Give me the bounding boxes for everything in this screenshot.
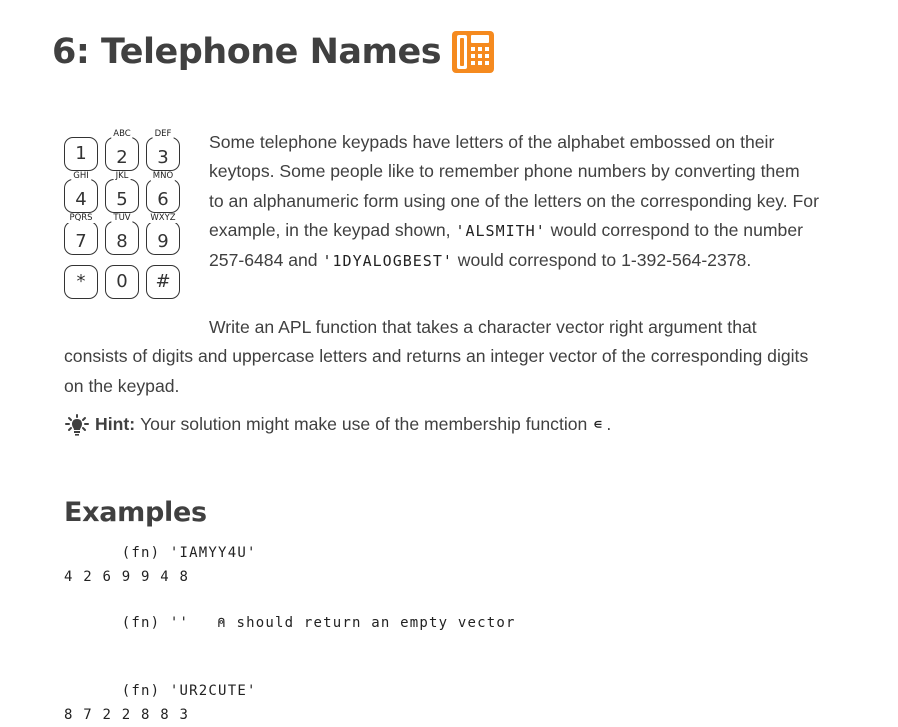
key-digit: 0 [116, 271, 128, 292]
key-digit: * [76, 271, 86, 292]
code-example-dyalogbest: '1DYALOGBEST' [322, 252, 453, 271]
key-letters: PQRS [67, 213, 95, 223]
hint-label: Hint: [95, 414, 136, 434]
key-7: PQRS 7 [64, 213, 98, 255]
hint-row: Hint: Your solution might make use of th… [64, 410, 824, 439]
key-digit: 2 [116, 147, 128, 168]
code-input: (fn) '' [64, 615, 190, 631]
code-output-line: 8 7 2 2 8 8 3 [64, 707, 190, 723]
key-6: MNO 6 [146, 171, 180, 213]
code-example-alsmith: 'ALSMITH' [455, 221, 546, 240]
key-digit: 6 [157, 189, 169, 210]
key-digit: 9 [157, 231, 169, 252]
key-1: 1 [64, 137, 98, 171]
task-paragraph: Write an APL function that takes a chara… [64, 317, 809, 396]
key-#: # [146, 265, 180, 299]
key-letters: WXYZ [148, 213, 178, 223]
examples-heading: Examples [64, 497, 207, 528]
key-9: WXYZ 9 [146, 213, 180, 255]
key-digit: 3 [157, 147, 169, 168]
key-digit: # [155, 271, 171, 292]
lightbulb-icon [65, 413, 89, 436]
key-letters: ABC [111, 129, 133, 139]
code-input-line: (fn) 'UR2CUTE' [64, 679, 516, 703]
page-title-text: 6: Telephone Names [52, 32, 442, 72]
key-digit: 4 [75, 189, 87, 210]
intro-paragraph: Some telephone keypads have letters of t… [209, 128, 819, 276]
code-input: (fn) 'IAMYY4U' [64, 545, 257, 561]
phone-keypad-icon [452, 31, 495, 73]
key-letters: MNO [150, 171, 176, 181]
hint-text: Your solution might make use of the memb… [140, 414, 588, 434]
key-letters: GHI [71, 171, 91, 181]
key-digit: 8 [116, 231, 128, 252]
code-input-line: (fn) '' ⍝ should return an empty vector [64, 611, 516, 635]
key-letters: TUV [111, 213, 133, 223]
code-comment: ⍝ should return an empty vector [217, 615, 516, 631]
key-0: 0 [105, 265, 139, 299]
code-input: (fn) 'UR2CUTE' [64, 683, 257, 699]
key-4: GHI 4 [64, 171, 98, 213]
code-input-line: (fn) 'IAMYY4U' [64, 541, 516, 565]
key-digit: 7 [75, 231, 87, 252]
key-digit: 1 [75, 143, 87, 164]
hint-end: . [606, 414, 612, 434]
key-8: TUV 8 [105, 213, 139, 255]
key-digit: 5 [116, 189, 128, 210]
page-title: 6: Telephone Names [52, 30, 495, 74]
membership-symbol: ∊ [593, 415, 603, 433]
key-letters: JKL [113, 171, 131, 181]
key-letters: DEF [152, 129, 174, 139]
intro-text-after: would correspond to 1-392-564-2378. [452, 250, 752, 271]
key-*: * [64, 265, 98, 299]
key-5: JKL 5 [105, 171, 139, 213]
key-3: DEF 3 [146, 129, 180, 171]
examples-code-block: (fn) 'IAMYY4U' 4 2 6 9 9 4 8 (fn) '' ⍝ sho… [64, 541, 516, 727]
key-2: ABC 2 [105, 129, 139, 171]
keypad-illustration: 1 ABC 2 DEF 3 GHI 4 JKL 5 MNO 6 PQRS 7 TUV 8 WXYZ 9 * 0 # [64, 126, 194, 302]
code-output-line: 4 2 6 9 9 4 8 [64, 569, 190, 585]
